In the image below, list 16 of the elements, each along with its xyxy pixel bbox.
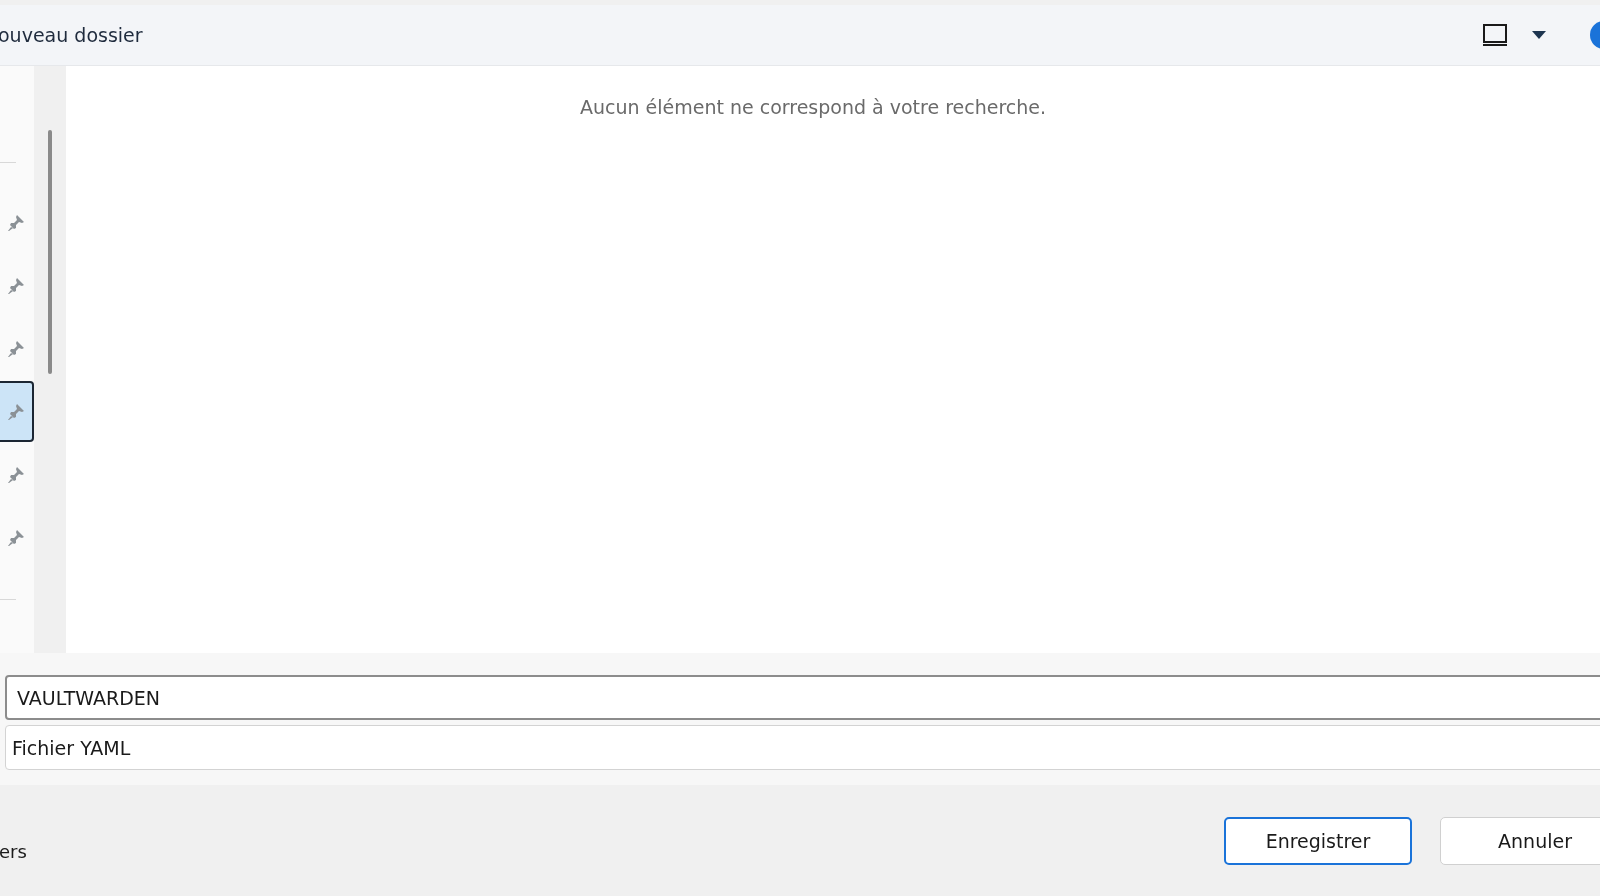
save-button[interactable]: Enregistrer (1224, 816, 1412, 865)
file-name-field[interactable]: VAULTWARDEN (5, 675, 1600, 720)
caret-icon (1532, 31, 1546, 39)
hide-folders-link[interactable]: ers (0, 841, 27, 862)
file-type-field[interactable]: Fichier YAML (5, 725, 1600, 770)
pin-icon (6, 338, 26, 359)
cancel-button[interactable]: Annuler (1440, 816, 1600, 865)
pin-icon (6, 464, 26, 485)
scrollbar-thumb[interactable] (48, 130, 52, 374)
pin-icon (6, 275, 26, 296)
sidebar-item[interactable] (0, 381, 34, 442)
pin-icon (6, 401, 26, 422)
pin-icon (6, 527, 26, 548)
view-icon (1482, 22, 1508, 48)
pin-icon (6, 212, 26, 233)
empty-message: Aucun élément ne correspond à votre recherche. (579, 96, 1047, 118)
